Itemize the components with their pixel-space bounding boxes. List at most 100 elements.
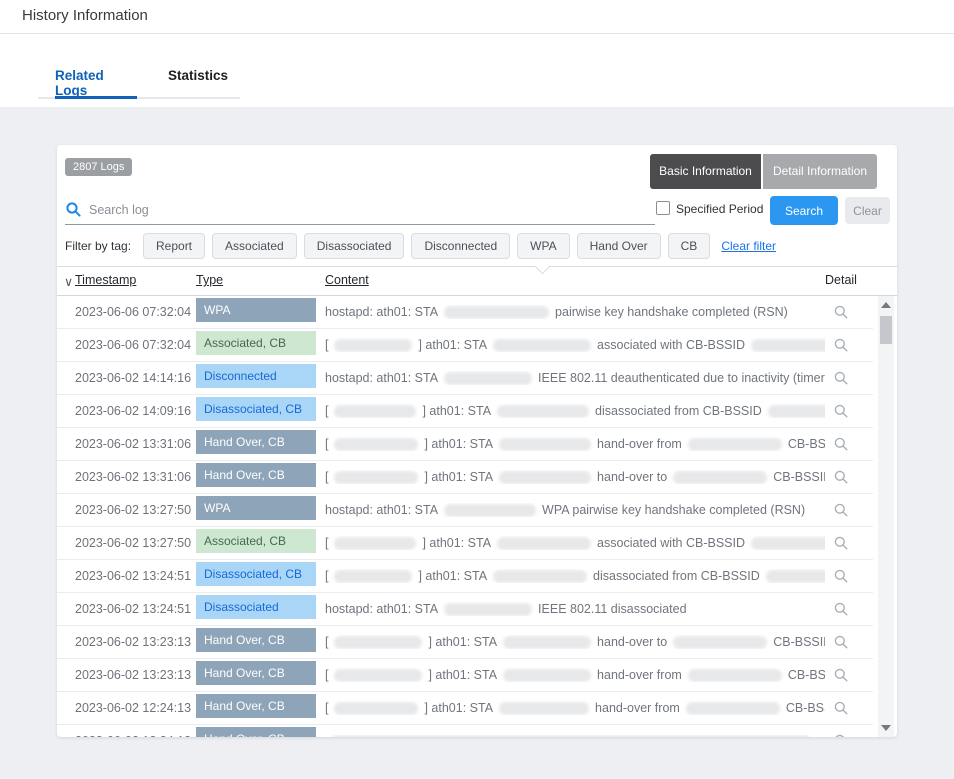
filter-row: Filter by tag: Report Associated Disassoci… — [65, 233, 889, 259]
redacted-text — [493, 570, 587, 583]
row-type-badge: Hand Over, CB — [196, 661, 316, 685]
redacted-text — [751, 537, 825, 550]
detail-information-button[interactable]: Detail Information — [763, 154, 877, 189]
filter-tag-wpa[interactable]: WPA — [517, 233, 569, 259]
content-text: [ — [325, 569, 328, 583]
content-text: hostapd: ath01: STA — [325, 503, 438, 517]
basic-information-button[interactable]: Basic Information — [650, 154, 761, 189]
row-detail-magnifier-icon[interactable] — [833, 403, 849, 419]
column-header-type[interactable]: Type — [196, 273, 223, 287]
table-row: 2023-06-06 07:32:04 Associated, CB [ ] at… — [57, 329, 873, 362]
table-row: 2023-06-02 13:24:51 Disassociated, CB []… — [57, 560, 873, 593]
redacted-text — [334, 438, 418, 451]
row-detail-magnifier-icon[interactable] — [833, 436, 849, 452]
table-row: 2023-06-02 12:24:13 Hand Over, CB — [57, 725, 873, 737]
filter-tag-hand-over[interactable]: Hand Over — [577, 233, 661, 259]
content-text: disassociated from CB-BSSID — [595, 404, 762, 418]
row-content: [] ath01: STAhand-over fromCB-BSSID ... — [325, 668, 825, 682]
filter-by-tag-label: Filter by tag: — [65, 239, 143, 253]
row-detail-magnifier-icon[interactable] — [833, 700, 849, 716]
filter-tag-disconnected[interactable]: Disconnected — [411, 233, 510, 259]
content-text: ] ath01: STA — [422, 404, 491, 418]
redacted-text — [751, 339, 825, 352]
redacted-text — [688, 438, 782, 451]
row-detail-magnifier-icon[interactable] — [833, 370, 849, 386]
filter-tag-cb[interactable]: CB — [668, 233, 711, 259]
content-text: [ — [325, 470, 328, 484]
specified-period-checkbox[interactable] — [656, 201, 670, 215]
redacted-text — [688, 669, 782, 682]
row-content: hostapd: ath01: STApairwise key handshak… — [325, 305, 825, 319]
row-content: hostapd: ath01: STAWPA pairwise key hand… — [325, 503, 825, 517]
row-type-badge: Hand Over, CB — [196, 694, 316, 718]
row-detail-magnifier-icon[interactable] — [833, 337, 849, 353]
row-timestamp: 2023-06-06 07:32:04 — [75, 305, 196, 319]
row-content: hostapd: ath01: STAIEEE 802.11 deauthent… — [325, 371, 825, 385]
row-type-badge: WPA — [196, 298, 316, 322]
row-detail-magnifier-icon[interactable] — [833, 733, 849, 737]
row-detail-magnifier-icon[interactable] — [833, 601, 849, 617]
tab-related-logs[interactable]: Related Logs — [55, 68, 104, 98]
content-text: hostapd: ath01: STA — [325, 371, 438, 385]
redacted-text — [497, 405, 589, 418]
row-detail-magnifier-icon[interactable] — [833, 634, 849, 650]
row-timestamp: 2023-06-06 07:32:04 — [75, 338, 196, 352]
tab-statistics[interactable]: Statistics — [168, 68, 228, 83]
redacted-text — [673, 471, 767, 484]
filter-tag-associated[interactable]: Associated — [212, 233, 297, 259]
row-detail-magnifier-icon[interactable] — [833, 667, 849, 683]
scroll-down-arrow-icon[interactable] — [881, 725, 891, 731]
filter-tag-disassociated[interactable]: Disassociated — [304, 233, 405, 259]
redacted-text — [503, 636, 591, 649]
column-header-timestamp[interactable]: Timestamp — [75, 273, 136, 287]
row-type-badge: Associated, CB — [196, 331, 316, 355]
redacted-text — [686, 702, 780, 715]
redacted-text — [444, 603, 532, 616]
redacted-text — [334, 669, 422, 682]
row-detail-magnifier-icon[interactable] — [833, 568, 849, 584]
row-detail-magnifier-icon[interactable] — [833, 502, 849, 518]
row-detail-magnifier-icon[interactable] — [833, 304, 849, 320]
table-scrollbar[interactable] — [878, 296, 894, 737]
row-content: [] ath01: STAdisassociated from CB-BSSID… — [325, 404, 825, 418]
column-header-content[interactable]: Content — [325, 273, 369, 287]
content-text: pairwise key handshake completed (RSN) — [555, 305, 788, 319]
row-type-badge: Hand Over, CB — [196, 463, 316, 487]
table-row: 2023-06-02 13:23:13 Hand Over, CB [] ath… — [57, 659, 873, 692]
content-text: CB-BSSID ... — [786, 701, 825, 715]
content-text: ] ath01: STA — [418, 338, 487, 352]
row-content: [] ath01: STAhand-over toCB-BSSID:... — [325, 635, 825, 649]
content-text: disassociated from CB-BSSID — [593, 569, 760, 583]
content-text: ] ath01: STA — [424, 701, 493, 715]
row-timestamp: 2023-06-02 13:27:50 — [75, 503, 196, 517]
clear-filter-link[interactable]: Clear filter — [721, 239, 776, 253]
row-content: [] ath01: STAassociated with CB-BSSID(..… — [325, 536, 825, 550]
page-header: History Information Related Logs Statist… — [0, 0, 954, 107]
row-timestamp: 2023-06-02 13:23:13 — [75, 668, 196, 682]
redacted-text — [768, 405, 825, 418]
filter-tag-report[interactable]: Report — [143, 233, 205, 259]
sort-direction-icon: ∨ — [64, 274, 73, 289]
redacted-text — [673, 636, 767, 649]
specified-period-label: Specified Period — [676, 202, 763, 216]
row-detail-magnifier-icon[interactable] — [833, 469, 849, 485]
content-text: hand-over to — [597, 470, 667, 484]
content-text: [ — [325, 668, 328, 682]
content-text: [ — [325, 338, 328, 352]
row-type-badge: Hand Over, CB — [196, 628, 316, 652]
search-button[interactable]: Search — [770, 196, 838, 225]
redacted-text — [499, 702, 589, 715]
logs-count-badge: 2807 Logs — [65, 158, 132, 176]
row-timestamp: 2023-06-02 14:09:16 — [75, 404, 196, 418]
redacted-text — [444, 504, 536, 517]
scroll-up-arrow-icon[interactable] — [881, 302, 891, 308]
row-detail-magnifier-icon[interactable] — [833, 535, 849, 551]
scrollbar-thumb[interactable] — [880, 316, 892, 344]
table-row: 2023-06-02 12:24:13 Hand Over, CB [] ath… — [57, 692, 873, 725]
search-input[interactable] — [89, 199, 649, 221]
active-tab-indicator — [55, 96, 137, 99]
filter-tag-list: Report Associated DisassociatedDisconnecte… — [143, 233, 717, 259]
clear-button[interactable]: Clear — [845, 197, 890, 224]
content-text: hand-over from — [597, 668, 682, 682]
redacted-text — [334, 471, 418, 484]
